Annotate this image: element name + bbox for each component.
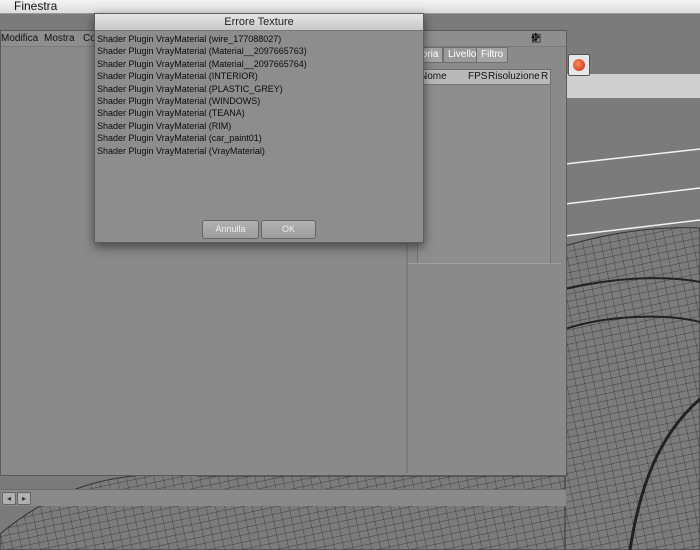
list-item: Shader Plugin VrayMaterial (VrayMaterial… xyxy=(97,145,265,156)
render-list-area[interactable] xyxy=(417,84,551,264)
list-item: Shader Plugin VrayMaterial (Material__20… xyxy=(97,58,307,69)
table-header: Nome FPS Risoluzione R xyxy=(417,69,551,85)
col-fps[interactable]: FPS xyxy=(468,70,487,84)
error-message-list: Shader Plugin VrayMaterial (wire_1770880… xyxy=(97,33,307,157)
dialog-title: Errore Texture xyxy=(95,14,423,31)
menu-modifica[interactable]: Modifica xyxy=(1,31,38,46)
list-item: Shader Plugin VrayMaterial (WINDOWS) xyxy=(97,96,261,107)
texture-error-dialog: Errore Texture Shader Plugin VrayMateria… xyxy=(94,13,424,243)
col-risoluzione[interactable]: Risoluzione xyxy=(488,70,540,84)
viewport-header-strip xyxy=(565,74,700,98)
list-item: Shader Plugin VrayMaterial (PLASTIC_GREY… xyxy=(97,83,283,94)
list-item: Shader Plugin VrayMaterial (TEANA) xyxy=(97,108,245,119)
list-item: Shader Plugin VrayMaterial (car_paint01) xyxy=(97,133,262,144)
render-globe-icon xyxy=(573,59,585,71)
menu-mostra[interactable]: Mostra xyxy=(44,31,75,46)
list-item: Shader Plugin VrayMaterial (INTERIOR) xyxy=(97,71,258,82)
col-r[interactable]: R xyxy=(541,70,548,84)
panel-bottom-bar: ◂ ▸ xyxy=(1,489,566,506)
list-item: Shader Plugin VrayMaterial (Material__20… xyxy=(97,46,307,57)
list-item: Shader Plugin VrayMaterial (wire_1770880… xyxy=(97,34,282,44)
list-item: Shader Plugin VrayMaterial (RIM) xyxy=(97,120,232,131)
nav-button-left[interactable]: ◂ xyxy=(2,492,16,505)
cancel-button[interactable]: Annulla xyxy=(202,220,259,239)
tab-filtro[interactable]: Filtro xyxy=(476,47,509,63)
attributes-area xyxy=(409,263,561,474)
menu-finestra[interactable]: Finestra xyxy=(14,0,57,13)
nav-button-right[interactable]: ▸ xyxy=(17,492,31,505)
arrow-down-icon[interactable]: ↓ xyxy=(531,31,538,46)
col-nome[interactable]: Nome xyxy=(420,70,447,84)
app-menubar: Finestra xyxy=(0,0,700,14)
render-button[interactable] xyxy=(568,54,590,76)
ok-button[interactable]: OK xyxy=(261,220,316,239)
